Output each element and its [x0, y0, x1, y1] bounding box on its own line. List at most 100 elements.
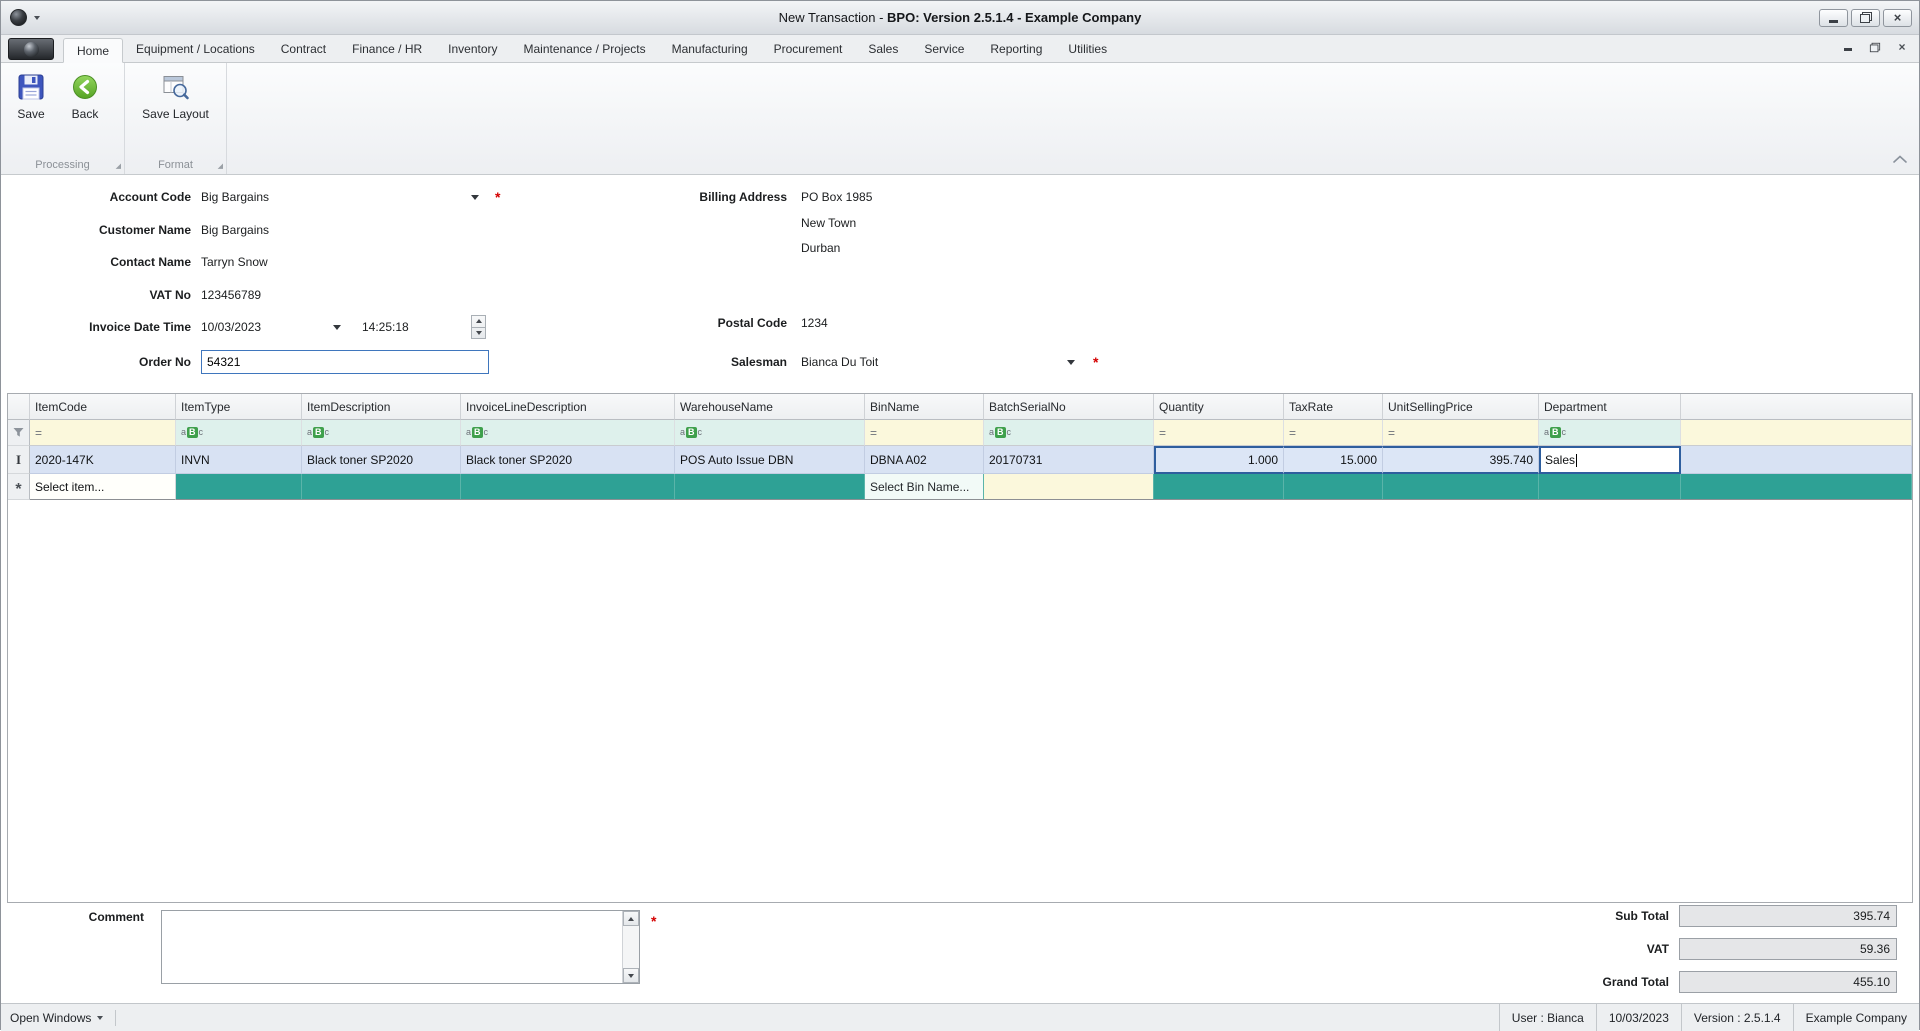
new-row-itemdescription-cell[interactable]: [302, 474, 461, 500]
back-button[interactable]: Back: [58, 68, 112, 148]
filter-cell-warehousename[interactable]: aBc: [675, 420, 865, 446]
cell-taxrate[interactable]: 15.000: [1284, 446, 1383, 474]
new-row-bin-cell[interactable]: Select Bin Name...: [865, 474, 984, 500]
time-up-icon[interactable]: [472, 316, 485, 327]
filter-cell-unitsellingprice[interactable]: =: [1383, 420, 1539, 446]
equals-operator-icon[interactable]: =: [1388, 426, 1395, 440]
column-header-itemcode[interactable]: ItemCode: [30, 394, 176, 420]
column-header-invoicelinedescription[interactable]: InvoiceLineDescription: [461, 394, 675, 420]
mdi-minimize-button[interactable]: [1841, 40, 1855, 54]
invoice-time-stepper[interactable]: [471, 315, 486, 339]
abc-operator-icon[interactable]: aBc: [989, 427, 1011, 438]
new-row-warehousename-cell[interactable]: [675, 474, 865, 500]
app-icon[interactable]: [10, 9, 27, 26]
cell-binname[interactable]: DBNA A02: [865, 446, 984, 474]
column-header-batchserialno[interactable]: BatchSerialNo: [984, 394, 1154, 420]
abc-operator-icon[interactable]: aBc: [307, 427, 329, 438]
cell-itemtype[interactable]: INVN: [176, 446, 302, 474]
invoice-date-field[interactable]: 10/03/2023: [201, 318, 261, 336]
open-windows-button[interactable]: Open Windows: [1, 1004, 115, 1031]
cell-itemdescription[interactable]: Black toner SP2020: [302, 446, 461, 474]
filter-cell-itemtype[interactable]: aBc: [176, 420, 302, 446]
column-header-itemdescription[interactable]: ItemDescription: [302, 394, 461, 420]
tab-finance-hr[interactable]: Finance / HR: [339, 37, 435, 62]
tab-manufacturing[interactable]: Manufacturing: [659, 37, 761, 62]
quick-access-dropdown-icon[interactable]: [34, 15, 40, 20]
tab-utilities[interactable]: Utilities: [1055, 37, 1120, 62]
column-header-unitsellingprice[interactable]: UnitSellingPrice: [1383, 394, 1539, 420]
comment-scrollbar[interactable]: [622, 911, 639, 983]
tab-reporting[interactable]: Reporting: [977, 37, 1055, 62]
filter-cell-invoicelinedescription[interactable]: aBc: [461, 420, 675, 446]
mdi-close-button[interactable]: ×: [1895, 40, 1909, 54]
abc-operator-icon[interactable]: aBc: [1544, 427, 1566, 438]
format-dialog-launcher-icon[interactable]: ◢: [218, 163, 223, 170]
equals-operator-icon[interactable]: =: [1289, 426, 1296, 440]
close-button[interactable]: ×: [1883, 8, 1912, 27]
scroll-down-icon[interactable]: [623, 968, 639, 983]
filter-cell-batchserialno[interactable]: aBc: [984, 420, 1154, 446]
column-header-itemtype[interactable]: ItemType: [176, 394, 302, 420]
abc-operator-icon[interactable]: aBc: [466, 427, 488, 438]
abc-operator-icon[interactable]: aBc: [181, 427, 203, 438]
new-row-quantity-cell[interactable]: [1154, 474, 1284, 500]
tab-service[interactable]: Service: [911, 37, 977, 62]
abc-operator-icon[interactable]: aBc: [680, 427, 702, 438]
app-menu-button[interactable]: [8, 38, 54, 60]
filter-cell-quantity[interactable]: =: [1154, 420, 1284, 446]
salesman-dropdown-icon[interactable]: [1063, 353, 1079, 371]
time-down-icon[interactable]: [472, 326, 485, 339]
filter-cell-department[interactable]: aBc: [1539, 420, 1681, 446]
tab-maintenance-projects[interactable]: Maintenance / Projects: [511, 37, 659, 62]
account-code-dropdown-icon[interactable]: [467, 188, 483, 206]
save-layout-button[interactable]: Save Layout: [136, 68, 216, 148]
equals-operator-icon[interactable]: =: [870, 426, 877, 440]
new-row-department-cell[interactable]: [1539, 474, 1681, 500]
cell-batchserialno[interactable]: 20170731: [984, 446, 1154, 474]
new-row-invoicelinedescription-cell[interactable]: [461, 474, 675, 500]
column-header-quantity[interactable]: Quantity: [1154, 394, 1284, 420]
scroll-track[interactable]: [623, 926, 639, 968]
column-header-warehousename[interactable]: WarehouseName: [675, 394, 865, 420]
tab-procurement[interactable]: Procurement: [761, 37, 856, 62]
new-row-item-cell[interactable]: Select item...: [30, 474, 176, 500]
equals-operator-icon[interactable]: =: [35, 426, 42, 440]
column-header-taxrate[interactable]: TaxRate: [1284, 394, 1383, 420]
invoice-date-dropdown-icon[interactable]: [329, 318, 345, 336]
scroll-up-icon[interactable]: [623, 911, 639, 926]
salesman-combobox[interactable]: Bianca Du Toit: [801, 353, 878, 371]
new-row-batchserialno-cell[interactable]: [984, 474, 1154, 500]
cell-unitsellingprice[interactable]: 395.740: [1383, 446, 1539, 474]
processing-dialog-launcher-icon[interactable]: ◢: [116, 163, 121, 170]
order-no-input[interactable]: [201, 350, 489, 374]
minimize-button[interactable]: [1819, 8, 1848, 27]
new-row-unitsellingprice-cell[interactable]: [1383, 474, 1539, 500]
save-button[interactable]: Save: [4, 68, 58, 148]
restore-button[interactable]: [1851, 8, 1880, 27]
new-row-taxrate-cell[interactable]: [1284, 474, 1383, 500]
account-code-combobox[interactable]: Big Bargains: [201, 188, 269, 206]
cell-quantity[interactable]: 1.000: [1154, 446, 1284, 474]
collapse-ribbon-icon[interactable]: [1893, 152, 1907, 166]
column-header-department[interactable]: Department: [1539, 394, 1681, 420]
tab-inventory[interactable]: Inventory: [435, 37, 510, 62]
new-row-itemtype-cell[interactable]: [176, 474, 302, 500]
filter-cell-binname[interactable]: =: [865, 420, 984, 446]
tab-equipment-locations[interactable]: Equipment / Locations: [123, 37, 268, 62]
cell-warehousename[interactable]: POS Auto Issue DBN: [675, 446, 865, 474]
mdi-restore-button[interactable]: [1868, 40, 1882, 54]
cell-department-editor[interactable]: Sales: [1539, 446, 1681, 474]
equals-operator-icon[interactable]: =: [1159, 426, 1166, 440]
cell-invoicelinedescription[interactable]: Black toner SP2020: [461, 446, 675, 474]
filter-cell-itemcode[interactable]: =: [30, 420, 176, 446]
cell-itemcode[interactable]: 2020-147K: [30, 446, 176, 474]
comment-input[interactable]: [161, 910, 640, 984]
filter-cell-itemdescription[interactable]: aBc: [302, 420, 461, 446]
invoice-time-field[interactable]: 14:25:18: [362, 318, 409, 336]
tab-contract[interactable]: Contract: [268, 37, 339, 62]
tab-sales[interactable]: Sales: [855, 37, 911, 62]
column-header-binname[interactable]: BinName: [865, 394, 984, 420]
app-window: New Transaction - BPO: Version 2.5.1.4 -…: [0, 0, 1920, 1031]
filter-cell-taxrate[interactable]: =: [1284, 420, 1383, 446]
tab-home[interactable]: Home: [63, 38, 124, 63]
